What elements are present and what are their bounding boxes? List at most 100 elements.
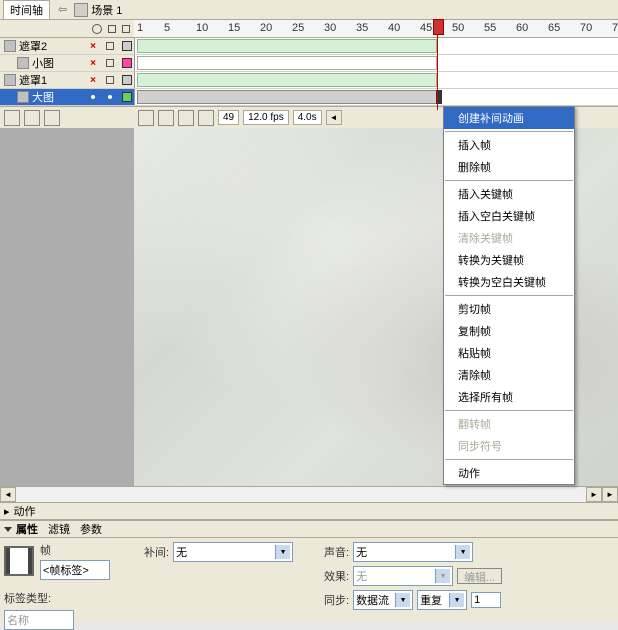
frame-span[interactable] [137, 73, 437, 87]
playhead[interactable] [437, 20, 438, 110]
layer-label: 遮罩2 [19, 38, 47, 54]
frame-ruler[interactable]: 1 5 10 15 20 25 30 35 40 45 50 55 60 65 … [134, 20, 618, 37]
effect-label: 效果: [324, 568, 349, 584]
effect-select[interactable]: 无▼ [353, 566, 453, 586]
layer-name-cell[interactable]: 小图 × [0, 55, 134, 71]
onion-skin-icon[interactable] [138, 110, 154, 126]
current-frame: 49 [218, 110, 239, 125]
time-readout: 4.0s [293, 110, 322, 125]
menu-separator [445, 180, 573, 181]
menu-delete-frame[interactable]: 删除帧 [444, 156, 574, 178]
layer-row[interactable]: 遮罩2 × [0, 38, 618, 55]
visibility-toggle[interactable]: × [86, 41, 100, 52]
properties-panel-header[interactable]: 属性 滤镜 参数 [0, 520, 618, 538]
timeline-tab[interactable]: 时间轴 [3, 0, 50, 19]
collapse-icon[interactable] [4, 527, 12, 532]
frame-label: 帧 [40, 542, 110, 558]
scroll-right2-button[interactable]: ► [602, 487, 618, 502]
stage-margin [0, 128, 134, 486]
add-layer-button[interactable] [4, 110, 20, 126]
back-icon[interactable]: ⇦ [58, 3, 67, 16]
layer-row[interactable]: 小图 × [0, 55, 618, 72]
layer-name-cell[interactable]: 遮罩1 × [0, 72, 134, 88]
menu-insert-frame[interactable]: 插入帧 [444, 134, 574, 156]
layer-row[interactable]: 大图 [0, 89, 618, 106]
tick: 15 [228, 22, 240, 34]
layer-control-header [0, 20, 134, 37]
menu-copy-frames[interactable]: 复制帧 [444, 320, 574, 342]
visibility-toggle[interactable]: × [86, 75, 100, 86]
menu-convert-blank-keyframe[interactable]: 转换为空白关键帧 [444, 271, 574, 293]
lock-icon[interactable] [108, 25, 116, 33]
visibility-toggle[interactable] [86, 95, 100, 99]
lock-toggle[interactable] [103, 59, 117, 67]
color-swatch[interactable] [120, 58, 134, 68]
tween-select[interactable]: 无▼ [173, 542, 293, 562]
expand-icon[interactable]: ▸ [4, 505, 10, 518]
timeline-track[interactable] [134, 55, 618, 71]
sound-label: 声音: [324, 544, 349, 560]
lock-toggle[interactable] [103, 95, 117, 99]
scroll-left-button[interactable]: ◄ [0, 487, 16, 502]
tab-filters[interactable]: 滤镜 [48, 521, 70, 537]
tick: 30 [324, 22, 336, 34]
scroll-right-button[interactable]: ► [586, 487, 602, 502]
sound-select[interactable]: 无▼ [353, 542, 473, 562]
tick: 75 [612, 22, 618, 34]
tab-params[interactable]: 参数 [80, 521, 102, 537]
timeline-track[interactable] [134, 38, 618, 54]
timeline-track[interactable] [134, 89, 618, 105]
tick: 70 [580, 22, 592, 34]
outline-icon[interactable] [122, 25, 130, 33]
menu-create-tween[interactable]: 创建补间动画 [444, 107, 574, 129]
frame-span[interactable] [137, 39, 437, 53]
edit-button[interactable]: 编辑... [457, 568, 502, 584]
layer-row[interactable]: 遮罩1 × [0, 72, 618, 89]
timeline-track[interactable] [134, 72, 618, 88]
visibility-icon[interactable] [92, 24, 102, 34]
menu-convert-keyframe[interactable]: 转换为关键帧 [444, 249, 574, 271]
menu-reverse-frames: 翻转帧 [444, 413, 574, 435]
label-type-label: 标签类型: [4, 590, 51, 606]
layer-name-cell[interactable]: 遮罩2 × [0, 38, 134, 54]
sync-select[interactable]: 数据流▼ [353, 590, 413, 610]
repeat-select[interactable]: 重复▼ [417, 590, 467, 610]
actions-panel-header[interactable]: ▸ 动作 [0, 502, 618, 520]
menu-separator [445, 295, 573, 296]
marker-icon[interactable] [198, 110, 214, 126]
tick: 5 [164, 22, 170, 34]
lock-toggle[interactable] [103, 76, 117, 84]
edit-multiple-icon[interactable] [178, 110, 194, 126]
layer-name-cell[interactable]: 大图 [0, 89, 134, 105]
menu-clear-keyframe: 清除关键帧 [444, 227, 574, 249]
scene-icon[interactable] [74, 3, 88, 17]
frame-span[interactable] [137, 90, 437, 104]
color-swatch[interactable] [120, 92, 134, 102]
visibility-toggle[interactable]: × [86, 58, 100, 69]
menu-insert-keyframe[interactable]: 插入关键帧 [444, 183, 574, 205]
tick: 65 [548, 22, 560, 34]
onion-outline-icon[interactable] [158, 110, 174, 126]
tab-properties[interactable]: 属性 [16, 521, 38, 537]
delete-layer-button[interactable] [44, 110, 60, 126]
horizontal-scrollbar[interactable]: ◄ ► ► [0, 486, 618, 502]
color-swatch[interactable] [120, 41, 134, 51]
menu-insert-blank-keyframe[interactable]: 插入空白关键帧 [444, 205, 574, 227]
frame-label-input[interactable]: <帧标签> [40, 560, 110, 580]
tick: 55 [484, 22, 496, 34]
frame-span[interactable] [137, 56, 437, 70]
menu-select-all-frames[interactable]: 选择所有帧 [444, 386, 574, 408]
scroll-left-icon[interactable]: ◄ [326, 110, 342, 125]
menu-sync-symbols: 同步符号 [444, 435, 574, 457]
menu-clear-frames[interactable]: 清除帧 [444, 364, 574, 386]
menu-separator [445, 131, 573, 132]
menu-cut-frames[interactable]: 剪切帧 [444, 298, 574, 320]
scroll-track[interactable] [16, 487, 586, 502]
menu-paste-frames[interactable]: 粘贴帧 [444, 342, 574, 364]
lock-toggle[interactable] [103, 42, 117, 50]
loop-count[interactable]: 1 [471, 592, 501, 608]
menu-actions[interactable]: 动作 [444, 462, 574, 484]
add-folder-button[interactable] [24, 110, 40, 126]
color-swatch[interactable] [120, 75, 134, 85]
label-name-input[interactable]: 名称 [4, 610, 74, 630]
